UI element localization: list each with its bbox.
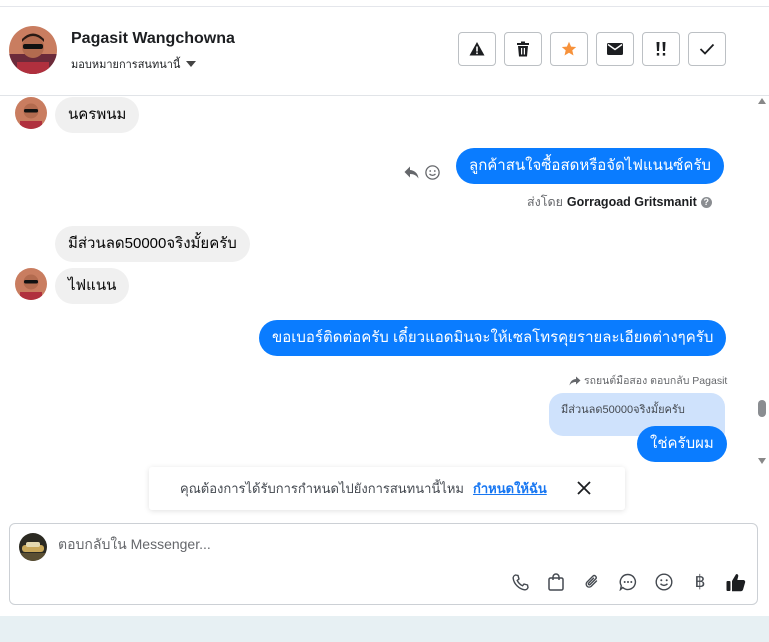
saved-reply-icon[interactable] [617, 571, 639, 593]
sent-by-prefix: ส่งโดย [527, 195, 563, 209]
page-footer-band [0, 616, 769, 642]
trash-icon [517, 41, 529, 57]
message-action-icons [404, 165, 440, 180]
paperclip-icon[interactable] [581, 571, 603, 593]
header-actions [458, 32, 726, 66]
scroll-down-arrow-icon[interactable] [758, 458, 766, 464]
delete-button[interactable] [504, 32, 542, 66]
done-button[interactable] [688, 32, 726, 66]
mark-unread-button[interactable] [596, 32, 634, 66]
contact-avatar[interactable] [9, 26, 57, 74]
conversation-header: Pagasit Wangchowna มอบหมายการสนทนานี้ [0, 7, 769, 96]
sent-by-name: Gorragoad Gritsmanit [566, 195, 697, 209]
help-icon[interactable]: ? [700, 196, 712, 208]
message-outgoing[interactable]: ลูกค้าสนใจซื้อสดหรือจัดไฟแนนซ์ครับ [456, 148, 724, 184]
message-outgoing[interactable]: ใช่ครับผม [637, 426, 727, 462]
double-exclamation-icon [656, 42, 666, 56]
chevron-down-icon [186, 61, 197, 67]
sent-by-line: ส่งโดย Gorragoad Gritsmanit ? [527, 192, 712, 212]
notice-text: คุณต้องการได้รับการกำหนดไปยังการสนทนานี้… [180, 481, 464, 496]
message-incoming[interactable]: ไฟแนน [55, 268, 130, 304]
assign-label: มอบหมายการสนทนานี้ [71, 59, 181, 71]
contact-name[interactable]: Pagasit Wangchowna [71, 30, 235, 48]
envelope-icon [607, 43, 623, 55]
message-incoming[interactable]: มีส่วนลด50000จริงมั้ยครับ [55, 226, 250, 262]
star-icon [561, 41, 577, 56]
reply-to-line: รถยนต์มือสอง ตอบกลับ Pagasit [569, 372, 727, 389]
payment-icon[interactable]: ฿ [689, 571, 711, 593]
reply-to-text: รถยนต์มือสอง ตอบกลับ Pagasit [584, 375, 728, 387]
chat-scrollbar[interactable] [756, 96, 768, 466]
emoji-react-icon[interactable] [425, 165, 440, 180]
shopping-bag-icon[interactable] [545, 571, 567, 593]
assign-notice: คุณต้องการได้รับการกำหนดไปยังการสนทนานี้… [149, 467, 625, 510]
reply-icon[interactable] [404, 166, 419, 179]
contact-avatar-small [15, 268, 47, 300]
reply-input[interactable] [58, 536, 658, 552]
forward-arrow-icon [569, 376, 581, 385]
message-outgoing[interactable]: ขอเบอร์ติดต่อครับ เดี๋ยวแอดมินจะให้เซลโท… [259, 320, 727, 356]
scroll-up-arrow-icon[interactable] [758, 98, 766, 104]
phone-icon[interactable] [509, 571, 531, 593]
contact-avatar-small [15, 97, 47, 129]
close-icon[interactable] [576, 480, 592, 496]
composer-toolbar: ฿ [509, 571, 747, 593]
emoji-icon[interactable] [653, 571, 675, 593]
checkmark-icon [699, 43, 715, 55]
follow-up-button[interactable] [642, 32, 680, 66]
warning-icon [469, 42, 485, 56]
like-icon[interactable] [725, 571, 747, 593]
star-button[interactable] [550, 32, 588, 66]
scrollbar-thumb[interactable] [758, 400, 766, 417]
spam-warning-button[interactable] [458, 32, 496, 66]
assign-dropdown[interactable]: มอบหมายการสนทนานี้ [71, 55, 197, 73]
baht-symbol: ฿ [694, 572, 706, 592]
page-avatar [19, 533, 47, 561]
reply-composer: ฿ [9, 523, 758, 605]
assign-to-me-link[interactable]: กำหนดให้ฉัน [473, 478, 547, 499]
message-incoming[interactable]: นครพนม [55, 97, 140, 133]
